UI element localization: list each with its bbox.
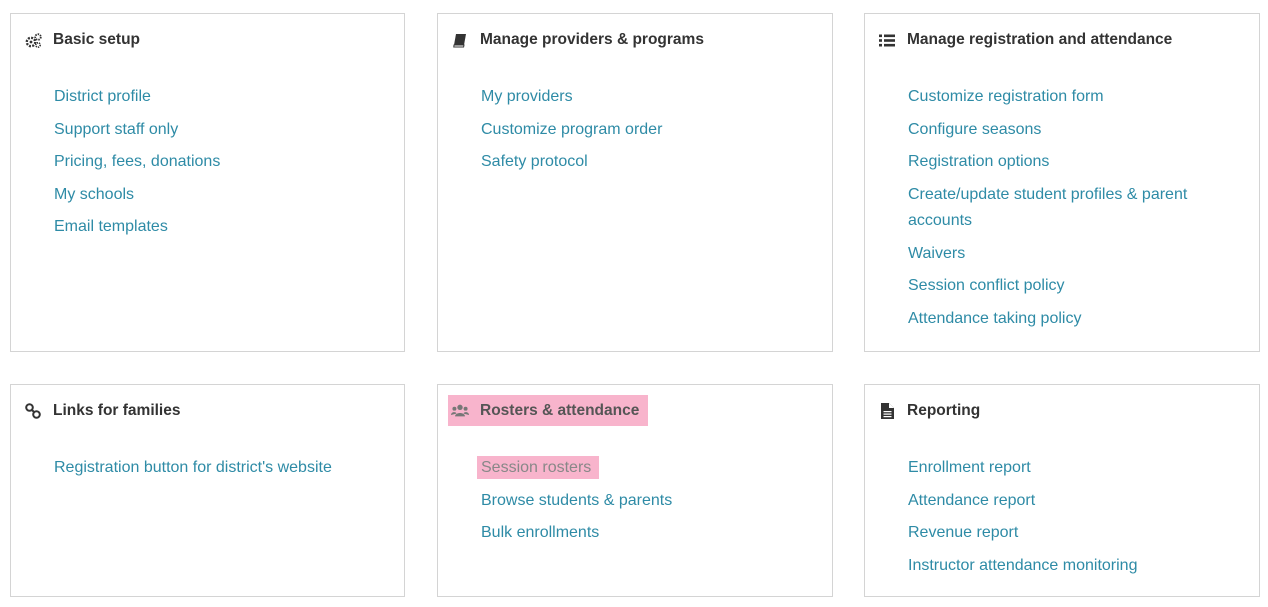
link-browse-students-parents[interactable]: Browse students & parents (481, 488, 814, 515)
link-registration-button[interactable]: Registration button for district's websi… (54, 455, 386, 482)
card-title: Reporting (907, 402, 981, 419)
link-icon (24, 403, 42, 419)
card-rosters-attendance: Rosters & attendance Session rosters Bro… (437, 384, 833, 597)
link-bulk-enrollments[interactable]: Bulk enrollments (481, 520, 814, 547)
link-my-providers[interactable]: My providers (481, 84, 814, 111)
card-title: Manage providers & programs (480, 31, 704, 48)
link-support-staff-only[interactable]: Support staff only (54, 117, 386, 144)
gears-icon (24, 32, 42, 48)
link-pricing-fees-donations[interactable]: Pricing, fees, donations (54, 149, 386, 176)
link-attendance-report[interactable]: Attendance report (908, 488, 1241, 515)
link-registration-options[interactable]: Registration options (908, 149, 1241, 176)
link-enrollment-report[interactable]: Enrollment report (908, 455, 1241, 482)
users-icon (451, 403, 469, 419)
link-session-rosters[interactable]: Session rosters (477, 455, 814, 482)
link-configure-seasons[interactable]: Configure seasons (908, 117, 1241, 144)
card-heading: Manage registration and attendance (878, 31, 1172, 49)
card-heading: Basic setup (24, 31, 140, 49)
link-customize-registration-form[interactable]: Customize registration form (908, 84, 1241, 111)
card-reporting: Reporting Enrollment report Attendance r… (864, 384, 1260, 597)
card-title: Rosters & attendance (480, 401, 640, 419)
link-attendance-taking-policy[interactable]: Attendance taking policy (908, 306, 1241, 333)
link-email-templates[interactable]: Email templates (54, 214, 386, 241)
list-icon (878, 32, 896, 48)
card-title: Basic setup (53, 31, 141, 48)
card-manage-registration: Manage registration and attendance Custo… (864, 13, 1260, 352)
card-title: Links for families (53, 402, 181, 419)
link-safety-protocol[interactable]: Safety protocol (481, 149, 814, 176)
document-icon (878, 403, 896, 419)
card-heading: Rosters & attendance (448, 395, 649, 426)
link-customize-program-order[interactable]: Customize program order (481, 117, 814, 144)
link-waivers[interactable]: Waivers (908, 241, 1241, 268)
link-create-update-student-profiles[interactable]: Create/update student profiles & parent … (908, 182, 1241, 235)
book-icon (451, 32, 469, 48)
link-session-conflict-policy[interactable]: Session conflict policy (908, 273, 1241, 300)
link-revenue-report[interactable]: Revenue report (908, 520, 1241, 547)
card-heading: Links for families (24, 402, 180, 420)
link-my-schools[interactable]: My schools (54, 182, 386, 209)
card-links-for-families: Links for families Registration button f… (10, 384, 405, 597)
link-district-profile[interactable]: District profile (54, 84, 386, 111)
link-label: Session rosters (477, 456, 600, 479)
card-heading: Reporting (878, 402, 980, 420)
card-manage-providers: Manage providers & programs My providers… (437, 13, 833, 352)
card-title: Manage registration and attendance (907, 31, 1173, 48)
card-basic-setup: Basic setup District profile Support sta… (10, 13, 405, 352)
link-instructor-attendance-monitoring[interactable]: Instructor attendance monitoring (908, 553, 1241, 580)
card-heading: Manage providers & programs (451, 31, 704, 49)
